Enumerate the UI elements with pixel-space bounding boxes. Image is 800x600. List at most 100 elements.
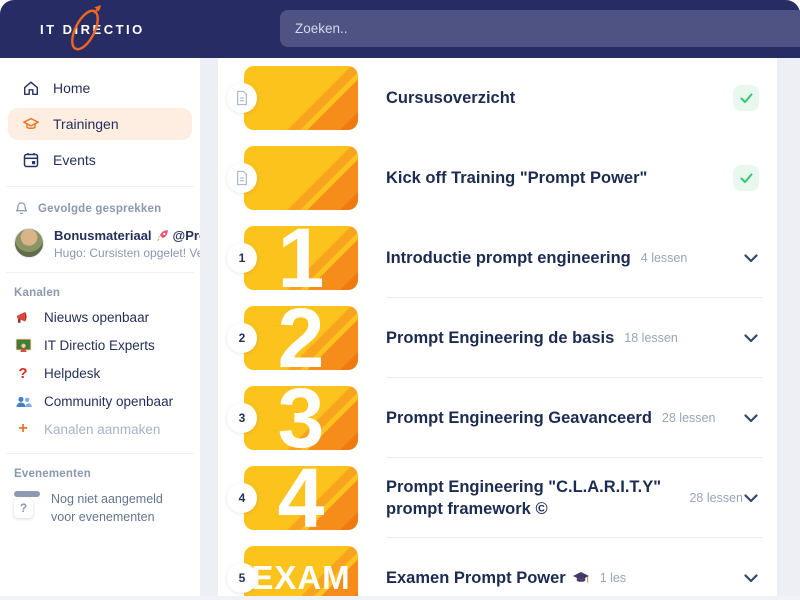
- sidebar-item-trainingen[interactable]: Trainingen: [8, 108, 192, 140]
- thumbnail-number: 1: [278, 226, 325, 290]
- channels-header: Kanalen: [0, 283, 200, 303]
- chevron-down-icon[interactable]: [743, 494, 759, 503]
- document-icon: [235, 170, 249, 186]
- channel-label: Helpdesk: [44, 366, 100, 381]
- course-list: Cursusoverzicht Kick off Training "Promp…: [218, 58, 777, 600]
- conversation-item[interactable]: Bonusmateriaal @Pro... Hugo: Cursisten o…: [0, 220, 200, 262]
- followed-conversations-header: Gevolgde gesprekken: [0, 197, 200, 220]
- thumbnail-exam-text: EXAM: [251, 559, 350, 597]
- people-icon: [14, 393, 32, 410]
- conversation-preview: Hugo: Cursisten opgelet! Verg...: [54, 246, 224, 260]
- course-title: Prompt Engineering Geavanceerd: [386, 407, 652, 429]
- completed-check-icon: [733, 165, 759, 191]
- lesson-count: 1 les: [600, 571, 626, 585]
- logo-text: IT DIRECTIO: [40, 22, 145, 37]
- window-bottom-edge: [0, 596, 800, 600]
- thumbnail-number: 4: [278, 466, 325, 530]
- thumbnail-card: [244, 146, 358, 210]
- topbar: IT DIRECTIO: [0, 0, 800, 58]
- document-icon: [235, 90, 249, 106]
- lesson-count: 28 lessen: [689, 491, 743, 505]
- course-title: Examen Prompt Power: [386, 567, 566, 589]
- course-thumbnail[interactable]: [244, 146, 358, 210]
- events-empty-icon: ?: [14, 490, 41, 526]
- sidebar-item-home[interactable]: Home: [8, 72, 192, 104]
- document-badge: [227, 83, 257, 113]
- course-thumbnail[interactable]: EXAM 5: [244, 546, 358, 600]
- lesson-count: 4 lessen: [641, 251, 688, 265]
- course-title: Prompt Engineering "C.L.A.R.I.T.Y" promp…: [386, 476, 679, 521]
- row-number-badge: 5: [227, 563, 257, 593]
- sidebar-divider: [6, 272, 194, 273]
- course-title: Kick off Training "Prompt Power": [386, 167, 647, 189]
- course-thumbnail[interactable]: 2 2: [244, 306, 358, 370]
- app-window: IT DIRECTIO Home Trainingen: [0, 0, 800, 600]
- content-gutter: [200, 58, 218, 600]
- course-row[interactable]: 1 1 Introductie prompt engineering 4 les…: [218, 218, 777, 298]
- thumbnail-number: 2: [278, 306, 325, 370]
- create-channel-label: Kanalen aanmaken: [44, 422, 160, 437]
- row-number-badge: 1: [227, 243, 257, 273]
- chevron-down-icon[interactable]: [743, 334, 759, 343]
- channel-label: Community openbaar: [44, 394, 173, 409]
- sidebar-item-events[interactable]: Events: [8, 144, 192, 176]
- channel-item-nieuws[interactable]: Nieuws openbaar: [0, 303, 200, 331]
- course-row[interactable]: Kick off Training "Prompt Power": [218, 138, 777, 218]
- lesson-count: 18 lessen: [624, 331, 678, 345]
- course-row[interactable]: Cursusoverzicht: [218, 58, 777, 138]
- graduation-cap-icon: [572, 571, 590, 585]
- thumbnail-card: 3: [244, 386, 358, 450]
- thumbnail-card: EXAM: [244, 546, 358, 600]
- channel-item-helpdesk[interactable]: ? Helpdesk: [0, 359, 200, 387]
- course-title: Introductie prompt engineering: [386, 247, 631, 269]
- channel-item-experts[interactable]: IT Directio Experts: [0, 331, 200, 359]
- events-empty-text: Nog niet aangemeld voor evenementen: [51, 490, 186, 526]
- channel-label: IT Directio Experts: [44, 338, 155, 353]
- course-row[interactable]: 2 2 Prompt Engineering de basis 18 lesse…: [218, 298, 777, 378]
- graduation-cap-icon: [22, 115, 40, 133]
- course-thumbnail[interactable]: 1 1: [244, 226, 358, 290]
- chevron-down-icon[interactable]: [743, 254, 759, 263]
- completed-check-icon: [733, 85, 759, 111]
- search-bar[interactable]: [280, 10, 800, 47]
- events-empty-state: ? Nog niet aangemeld voor evenementen: [0, 484, 200, 532]
- thumbnail-number: 3: [278, 386, 325, 450]
- plus-icon: +: [14, 420, 32, 438]
- events-header: Evenementen: [0, 464, 200, 484]
- course-thumbnail[interactable]: 4 4: [244, 466, 358, 530]
- channel-label: Nieuws openbaar: [44, 310, 149, 325]
- thumbnail-card: 1: [244, 226, 358, 290]
- logo[interactable]: IT DIRECTIO: [40, 0, 145, 58]
- course-row[interactable]: 3 3 Prompt Engineering Geavanceerd 28 le…: [218, 378, 777, 458]
- course-thumbnail[interactable]: 3 3: [244, 386, 358, 450]
- course-row[interactable]: 4 4 Prompt Engineering "C.L.A.R.I.T.Y" p…: [218, 458, 777, 538]
- sidebar-nav: Home Trainingen Events: [0, 72, 200, 176]
- course-title: Prompt Engineering de basis: [386, 327, 614, 349]
- search-input[interactable]: [280, 21, 800, 36]
- megaphone-icon: [14, 309, 32, 326]
- course-row[interactable]: EXAM 5 Examen Prompt Power 1 les: [218, 538, 777, 600]
- document-badge: [227, 163, 257, 193]
- row-number-badge: 2: [227, 323, 257, 353]
- scrollbar-track[interactable]: [777, 58, 800, 600]
- sidebar-item-label: Home: [53, 80, 90, 96]
- lesson-count: 28 lessen: [662, 411, 716, 425]
- home-icon: [22, 79, 40, 97]
- calendar-icon: [22, 151, 40, 169]
- rocket-icon: [156, 229, 169, 242]
- sidebar-divider: [6, 453, 194, 454]
- course-thumbnail[interactable]: [244, 66, 358, 130]
- chevron-down-icon[interactable]: [743, 414, 759, 423]
- row-number-badge: 3: [227, 403, 257, 433]
- row-number-badge: 4: [227, 483, 257, 513]
- sidebar-divider: [6, 186, 194, 187]
- channel-item-community[interactable]: Community openbaar: [0, 387, 200, 415]
- create-channel-button[interactable]: + Kanalen aanmaken: [0, 415, 200, 443]
- avatar: [14, 228, 44, 258]
- thumbnail-card: 4: [244, 466, 358, 530]
- thumbnail-card: [244, 66, 358, 130]
- sidebar-item-label: Trainingen: [53, 116, 119, 132]
- chevron-down-icon[interactable]: [743, 574, 759, 583]
- course-title: Cursusoverzicht: [386, 87, 515, 109]
- bell-icon: [14, 201, 29, 216]
